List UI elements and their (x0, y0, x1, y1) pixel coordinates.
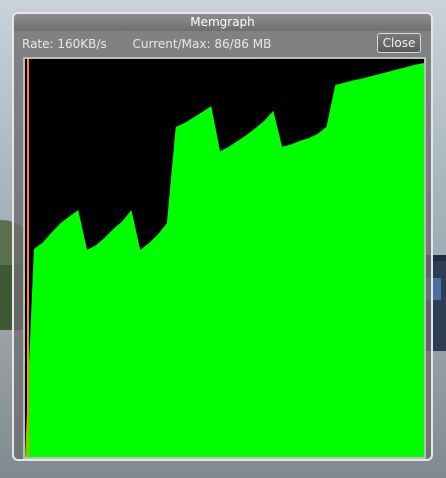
current-max-value: 86/86 MB (214, 37, 272, 51)
window-title[interactable]: Memgraph (14, 14, 431, 31)
memory-graph-plot (25, 59, 424, 457)
rate-label: Rate: (22, 37, 54, 51)
memory-usage-area (25, 63, 424, 457)
close-button[interactable]: Close (377, 33, 421, 53)
rate-value: 160KB/s (57, 37, 107, 51)
memory-graph (23, 57, 426, 459)
memgraph-window: Memgraph Rate: 160KB/s Current/Max: 86/8… (12, 12, 433, 461)
current-max-label: Current/Max: (132, 37, 211, 51)
stats-line: Rate: 160KB/s Current/Max: 86/86 MB (22, 36, 271, 52)
